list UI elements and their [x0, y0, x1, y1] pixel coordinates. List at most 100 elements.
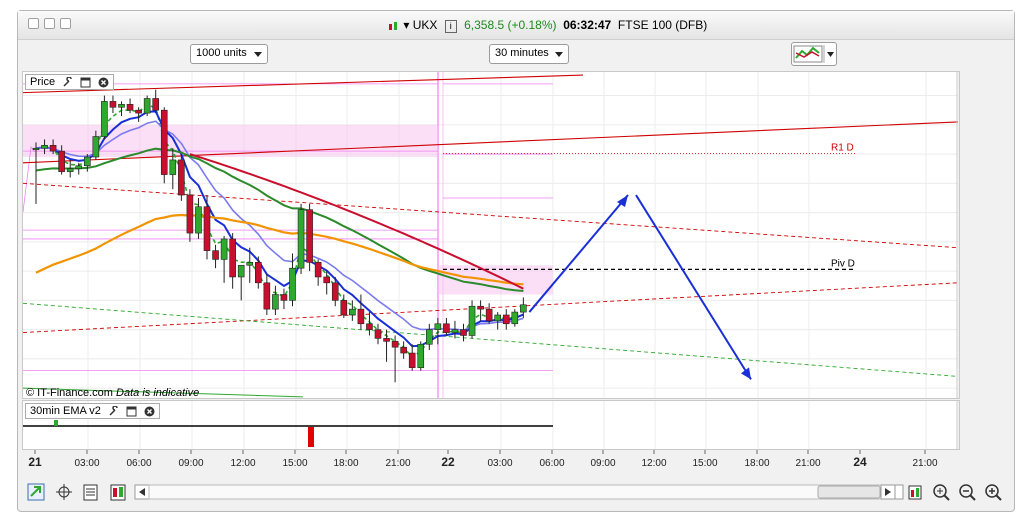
indicator-panel[interactable]: 100-1 30min EMA v2 — [22, 400, 960, 450]
r1-label: R1 D — [831, 142, 854, 153]
maximize-window-button[interactable] — [60, 18, 71, 29]
bearish-candle — [229, 238, 236, 278]
close-window-button[interactable] — [28, 18, 39, 29]
window-icon[interactable] — [126, 406, 137, 417]
forecast-arrowhead-down — [741, 367, 751, 380]
horizontal-scrollbar[interactable] — [148, 484, 882, 500]
chart-tools-button[interactable] — [791, 42, 837, 66]
bearish-candle — [49, 144, 57, 152]
bullish-candle — [143, 98, 151, 114]
bullish-candle — [66, 168, 74, 172]
bearish-candle — [178, 159, 185, 196]
bearish-candle — [383, 338, 390, 342]
info-icon[interactable]: i — [444, 20, 457, 33]
ema-orange-line — [35, 213, 524, 286]
time-axis-tick: 15:00 — [692, 458, 717, 469]
bearish-candle — [280, 294, 288, 301]
bearish-candle — [255, 262, 262, 284]
bearish-candle — [485, 308, 493, 322]
interval-select[interactable]: 30 minutes — [489, 44, 569, 64]
trade-icon[interactable] — [110, 484, 126, 501]
trendline-dashed-red — [23, 182, 959, 249]
price-chart-svg[interactable]: R1 DPiv D6,4306,4206,4106,4006,3906,3806… — [23, 72, 959, 398]
bullish-candle — [220, 238, 228, 260]
app-window: ▾ UKX i 6,358.5 (+0.18%) 06:32:47 FTSE 1… — [17, 10, 1015, 512]
bullish-candle — [83, 156, 91, 167]
value-area-band — [23, 124, 438, 157]
bearish-candle — [408, 352, 416, 368]
units-select-value: 1000 units — [196, 47, 247, 59]
time-axis-svg: 21 03:00 06:00 09:00 12:00 15:00 18:00 21:00 22 0… — [22, 450, 960, 472]
zoom-fit-icon[interactable] — [933, 484, 950, 501]
title-bar: ▾ UKX i 6,358.5 (+0.18%) 06:32:47 FTSE 1… — [18, 11, 1014, 40]
last-price: 6,358.5 — [464, 18, 505, 32]
units-select[interactable]: 1000 units — [190, 44, 268, 64]
copyright-note: © IT-Finance.com Data is indicative — [26, 387, 199, 399]
chart-settings-icon[interactable] — [908, 485, 922, 500]
bearish-candle — [109, 101, 117, 108]
scrollbar-thumb[interactable] — [817, 485, 881, 499]
bottom-toolbar-svg — [27, 483, 1002, 501]
indicator-bg — [23, 401, 957, 449]
bearish-candle — [366, 323, 373, 330]
price-axis-bg — [958, 72, 959, 398]
minimize-window-button[interactable] — [44, 18, 55, 29]
indicator-panel-tab: 30min EMA v2 — [25, 403, 161, 419]
wrench-icon[interactable] — [62, 76, 73, 88]
bullish-candle — [41, 144, 48, 149]
scroll-left-button[interactable] — [134, 484, 150, 500]
time-axis-tick: 03:00 — [487, 458, 512, 469]
bullish-candle — [118, 104, 125, 108]
bullish-candle — [101, 101, 108, 137]
bullish-candle — [237, 264, 245, 278]
bullish-candle — [75, 165, 83, 170]
bullish-candle — [417, 343, 425, 368]
interval-select-value: 30 minutes — [495, 47, 549, 59]
price-panel-label: Price — [30, 76, 56, 89]
indicator-axis-bg — [958, 401, 959, 449]
bearish-candle — [160, 109, 168, 175]
bearish-candle — [374, 329, 382, 339]
time-axis-tick: 21 — [28, 455, 42, 469]
bearish-candle — [323, 276, 331, 284]
time-axis-tick: 12:00 — [230, 458, 255, 469]
time-axis-tick: 24 — [853, 455, 867, 469]
crosshair-icon[interactable] — [56, 484, 72, 500]
window-icon[interactable] — [80, 77, 91, 88]
dropdown-arrow-icon[interactable]: ▾ — [403, 18, 409, 32]
close-panel-icon[interactable] — [98, 77, 109, 88]
bearish-candle — [135, 109, 142, 114]
wrench-icon[interactable] — [108, 405, 119, 417]
scroll-right-button[interactable] — [880, 484, 896, 500]
symbol: UKX — [412, 18, 438, 32]
bearish-candle — [443, 323, 450, 333]
bearish-candle — [263, 282, 271, 310]
bearish-candle — [314, 262, 322, 278]
indicator-bar-bear — [308, 427, 314, 447]
bottom-toolbar — [18, 474, 1014, 512]
bearish-candle — [126, 104, 134, 111]
zoom-in-icon[interactable] — [985, 484, 1002, 501]
time-axis-tick: 18:00 — [744, 458, 769, 469]
bullish-candle — [289, 267, 296, 301]
bearish-candle — [400, 346, 407, 354]
time-axis-tick: 09:00 — [590, 458, 615, 469]
toolbar: 1000 units 30 minutes — [18, 39, 1014, 71]
chart-tools-icon — [793, 45, 834, 63]
instrument-name: FTSE 100 (DFB) — [617, 18, 708, 32]
time-axis-tick: 21:00 — [912, 458, 937, 469]
indicator-svg: 100-1 — [23, 401, 959, 449]
close-panel-icon[interactable] — [144, 406, 155, 417]
export-icon[interactable] — [27, 483, 45, 501]
bearish-candle — [502, 314, 510, 325]
price-chart-panel[interactable]: R1 DPiv D6,4306,4206,4106,4006,3906,3806… — [22, 71, 960, 399]
time-axis-tick: 03:00 — [74, 458, 99, 469]
bullish-candle — [451, 329, 459, 333]
time-axis-tick: 18:00 — [333, 458, 358, 469]
bullish-candle — [297, 209, 305, 269]
bullish-candle — [169, 159, 177, 175]
print-icon[interactable] — [83, 484, 98, 501]
time-axis: 21 03:00 06:00 09:00 12:00 15:00 18:00 21:00 22 0… — [22, 450, 960, 472]
scroll-end-button[interactable] — [894, 484, 904, 500]
zoom-out-icon[interactable] — [959, 484, 976, 501]
